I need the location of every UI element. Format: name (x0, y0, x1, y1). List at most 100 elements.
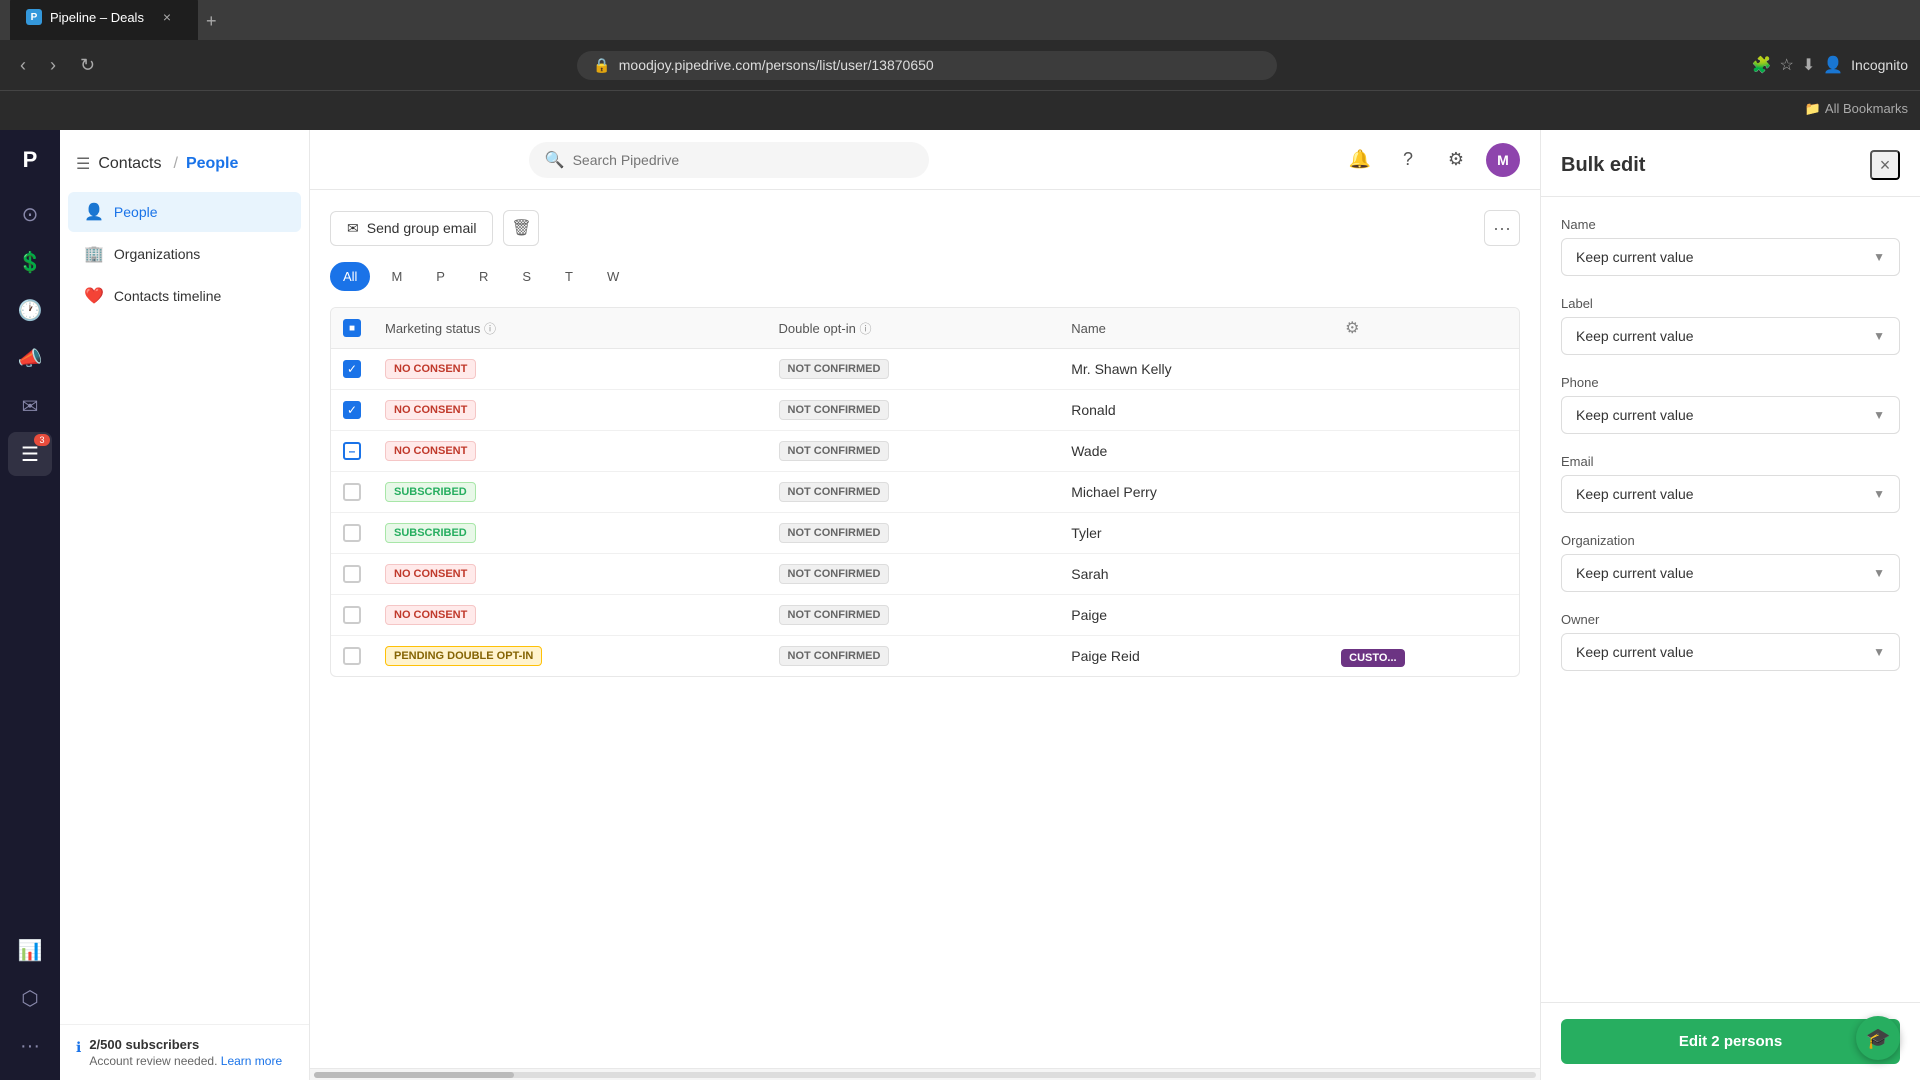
send-group-email-label: Send group email (367, 220, 477, 236)
custom-badge: CUSTO... (1341, 649, 1404, 667)
search-bar[interactable]: 🔍 (529, 142, 929, 178)
select-all-checkbox[interactable] (343, 319, 361, 337)
scrollbar-track[interactable] (314, 1072, 1536, 1078)
name-cell: Ronald (1059, 390, 1329, 431)
custom-cell (1329, 554, 1519, 595)
row-checkbox[interactable] (343, 565, 361, 583)
active-tab[interactable]: P Pipeline – Deals × (10, 0, 198, 40)
row-checkbox[interactable] (343, 524, 361, 542)
table-row: SUBSCRIBED NOT CONFIRMED Michael Perry (331, 472, 1519, 513)
bookmark-star-icon[interactable]: ☆ (1779, 55, 1793, 75)
row-checkbox-cell[interactable] (331, 513, 373, 554)
nav-actions: 🧩 ☆ ⬇ 👤 Incognito (1752, 55, 1908, 75)
settings-button[interactable]: ⚙ (1438, 142, 1474, 178)
field-select-phone[interactable]: Keep current value ▼ (1561, 396, 1900, 434)
horizontal-scrollbar[interactable] (310, 1068, 1540, 1080)
filter-s[interactable]: S (509, 262, 544, 291)
sidebar-item-people[interactable]: 👤 People (68, 192, 301, 232)
field-label-name: Name (1561, 217, 1900, 232)
new-tab-button[interactable]: + (198, 3, 225, 40)
bulk-edit-header: Bulk edit × (1541, 130, 1920, 197)
nav-item-reports[interactable]: 📊 (8, 928, 52, 972)
double-optin-cell: NOT CONFIRMED (767, 472, 1060, 513)
nav-item-deals[interactable]: 💲 (8, 240, 52, 284)
search-input[interactable] (573, 152, 913, 168)
double-optin-cell: NOT CONFIRMED (767, 636, 1060, 677)
filter-m[interactable]: M (378, 262, 415, 291)
forward-button[interactable]: › (42, 51, 64, 80)
filter-r[interactable]: R (466, 262, 501, 291)
custom-cell (1329, 390, 1519, 431)
extensions-icon[interactable]: 🧩 (1752, 55, 1772, 75)
scrollbar-thumb[interactable] (314, 1072, 514, 1078)
row-checkbox-cell[interactable] (331, 349, 373, 390)
topbar-actions: 🔔 ? ⚙ M (1342, 142, 1520, 178)
nav-item-home[interactable]: ⊙ (8, 192, 52, 236)
tab-close-button[interactable]: × (152, 2, 182, 32)
nav-item-campaigns[interactable]: 📣 (8, 336, 52, 380)
nav-item-products[interactable]: ⬡ (8, 976, 52, 1020)
bookmarks-label[interactable]: 📁 All Bookmarks (1805, 101, 1908, 117)
download-icon[interactable]: ⬇ (1802, 55, 1815, 75)
tab-favicon: P (26, 9, 42, 25)
sidebar-toggle-icon[interactable]: ☰ (76, 154, 90, 174)
field-select-label[interactable]: Keep current value ▼ (1561, 317, 1900, 355)
filter-w[interactable]: W (594, 262, 632, 291)
help-fab-button[interactable]: 🎓 (1856, 1016, 1900, 1060)
address-bar[interactable]: 🔒 moodjoy.pipedrive.com/persons/list/use… (577, 51, 1277, 80)
marketing-status-badge: NO CONSENT (385, 564, 476, 584)
row-checkbox[interactable] (343, 442, 361, 460)
delete-button[interactable]: 🗑 (503, 210, 539, 246)
row-checkbox-cell[interactable] (331, 554, 373, 595)
select-all-header[interactable] (331, 308, 373, 349)
send-group-email-button[interactable]: ✉ Send group email (330, 211, 493, 246)
sidebar-item-organizations[interactable]: 🏢 Organizations (68, 234, 301, 274)
row-checkbox-cell[interactable] (331, 636, 373, 677)
nav-item-contacts[interactable]: ☰ 3 (8, 432, 52, 476)
marketing-status-cell: SUBSCRIBED (373, 472, 767, 513)
row-checkbox[interactable] (343, 647, 361, 665)
field-select-organization[interactable]: Keep current value ▼ (1561, 554, 1900, 592)
row-checkbox[interactable] (343, 606, 361, 624)
learn-more-link[interactable]: Learn more (221, 1054, 282, 1068)
marketing-status-info-icon[interactable]: ⓘ (484, 322, 496, 336)
field-select-name[interactable]: Keep current value ▼ (1561, 238, 1900, 276)
edit-submit-button[interactable]: Edit 2 persons (1561, 1019, 1900, 1064)
bulk-edit-close-button[interactable]: × (1870, 150, 1900, 180)
field-select-owner[interactable]: Keep current value ▼ (1561, 633, 1900, 671)
help-button[interactable]: ? (1390, 142, 1426, 178)
nav-item-activities[interactable]: 🕐 (8, 288, 52, 332)
field-value-organization: Keep current value (1576, 565, 1694, 581)
profile-icon[interactable]: 👤 (1823, 55, 1843, 75)
table-row: NO CONSENT NOT CONFIRMED Mr. Shawn Kelly (331, 349, 1519, 390)
row-checkbox-cell[interactable] (331, 472, 373, 513)
row-checkbox[interactable] (343, 483, 361, 501)
row-checkbox[interactable] (343, 401, 361, 419)
bulk-edit-field-organization: Organization Keep current value ▼ (1561, 533, 1900, 592)
col-double-optin: Double opt-in ⓘ (767, 308, 1060, 349)
sidebar-item-contacts-timeline[interactable]: ❤️ Contacts timeline (68, 276, 301, 316)
filter-t[interactable]: T (552, 262, 586, 291)
chevron-down-icon: ▼ (1873, 250, 1885, 264)
nav-item-more[interactable]: ··· (8, 1024, 52, 1068)
row-checkbox-cell[interactable] (331, 390, 373, 431)
url-text: moodjoy.pipedrive.com/persons/list/user/… (619, 57, 934, 73)
row-checkbox-cell[interactable] (331, 595, 373, 636)
notifications-button[interactable]: 🔔 (1342, 142, 1378, 178)
filter-p[interactable]: P (423, 262, 458, 291)
back-button[interactable]: ‹ (12, 51, 34, 80)
row-checkbox-cell[interactable] (331, 431, 373, 472)
more-options-button[interactable]: ··· (1484, 210, 1520, 246)
double-optin-info-icon[interactable]: ⓘ (859, 322, 871, 336)
nav-item-emails[interactable]: ✉ (8, 384, 52, 428)
user-avatar[interactable]: M (1486, 143, 1520, 177)
col-settings[interactable]: ⚙ (1329, 308, 1519, 349)
field-select-email[interactable]: Keep current value ▼ (1561, 475, 1900, 513)
field-label-owner: Owner (1561, 612, 1900, 627)
table-settings-icon[interactable]: ⚙ (1341, 316, 1363, 341)
chevron-down-icon: ▼ (1873, 645, 1885, 659)
reload-button[interactable]: ↻ (72, 51, 103, 80)
row-checkbox[interactable] (343, 360, 361, 378)
logo[interactable]: P (10, 140, 50, 180)
filter-all[interactable]: All (330, 262, 370, 291)
